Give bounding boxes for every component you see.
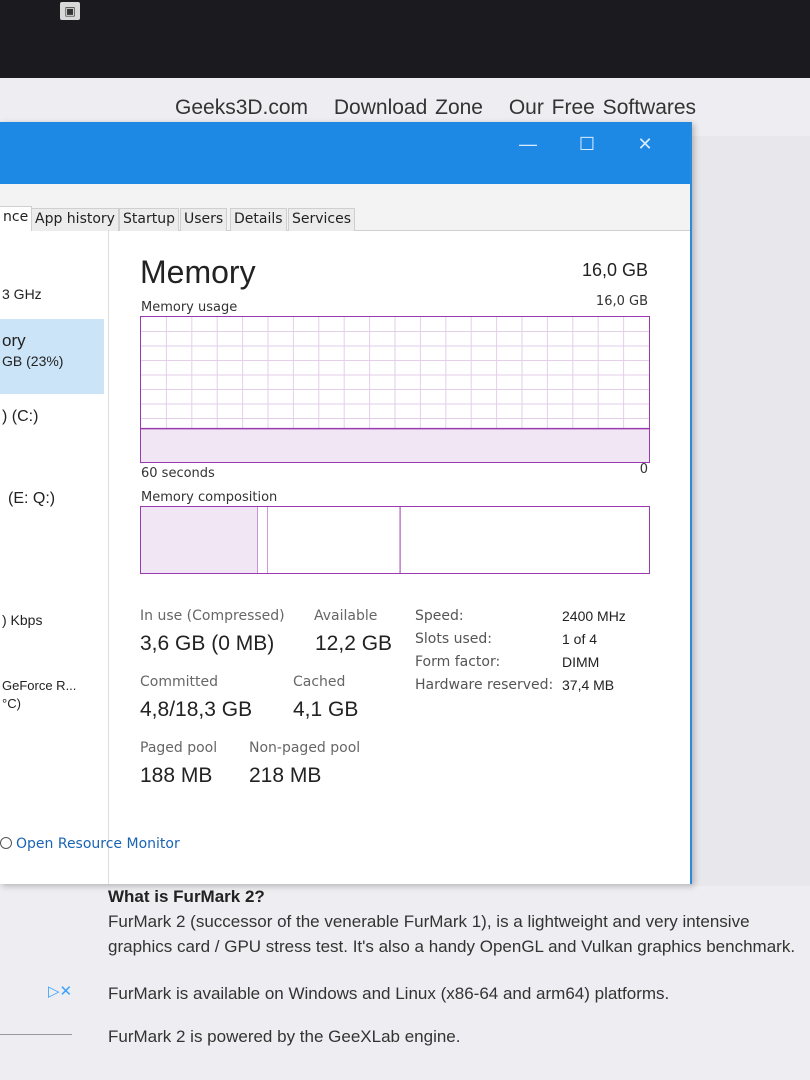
in-use-value: 3,6 GB (0 MB) [140,632,275,655]
sidebar-item-label: 3 GHz [2,286,42,302]
page-title: Memory [140,254,256,290]
sidebar-item-cpu[interactable]: 3 GHz [0,278,104,314]
slots-used-label: Slots used: [415,631,492,647]
sidebar-item-label: GeForce R... [2,678,77,693]
usage-min-label: 0 [639,462,648,477]
window-titlebar[interactable]: — ☐ ✕ [0,122,690,184]
sidebar-item-label: ) (C:) [2,408,39,425]
memory-composition-label: Memory composition [141,490,278,505]
time-axis-label: 60 seconds [141,466,215,481]
sidebar-item-disk-c[interactable]: ) (C:) [0,400,104,436]
modified-segment [257,507,268,573]
sidebar-item-label: ory [2,331,26,350]
maximize-button[interactable]: ☐ [574,132,600,156]
minimize-button[interactable]: — [515,132,541,156]
slots-used-value: 1 of 4 [562,631,598,647]
sidebar-item-gpu[interactable]: GeForce R... °C) [0,674,104,720]
close-button[interactable]: ✕ [632,132,658,156]
committed-label: Committed [140,674,218,690]
sidebar-item-label: ) Kbps [2,612,43,628]
sidebar-item-sublabel: GB (23%) [2,353,64,369]
tab-startup[interactable]: Startup [119,208,179,231]
tab-app-history[interactable]: App history [31,208,119,231]
available-value: 12,2 GB [315,632,393,655]
speed-label: Speed: [415,608,464,624]
divider [0,1034,72,1035]
nav-link-home[interactable]: Geeks3D.com [175,96,308,119]
performance-sidebar: 3 GHz ory GB (23%) ) (C:) (E: Q:) ) Kbps… [0,230,109,884]
memory-usage-max: 16,0 GB [595,294,648,309]
non-paged-pool-label: Non-paged pool [249,740,361,756]
hardware-reserved-value: 37,4 MB [562,677,615,693]
usage-area [141,428,649,462]
tab-details[interactable]: Details [230,208,287,231]
site-nav: Geeks3D.com Download Zone Our Free Softw… [175,96,714,120]
sidebar-item-disk-e[interactable]: (E: Q:) [0,482,104,518]
composition-bar-svg [141,507,401,573]
cached-value: 4,1 GB [293,698,359,721]
form-factor-label: Form factor: [415,654,501,670]
open-resource-monitor-link[interactable]: Open Resource Monitor [0,836,180,852]
memory-usage-graph [140,316,650,463]
resource-monitor-label: Open Resource Monitor [16,836,180,852]
nav-link-download-zone[interactable]: Download Zone [334,96,483,119]
paged-pool-value: 188 MB [140,764,213,787]
hardware-reserved-label: Hardware reserved: [415,677,554,693]
nav-link-free-softwares[interactable]: Our Free Softwares [509,96,696,119]
page-right-panel [690,136,810,886]
non-paged-pool-value: 218 MB [249,764,322,787]
memory-composition-bar [140,506,650,574]
form-factor-value: DIMM [562,654,600,670]
sidebar-item-sublabel: °C) [2,696,21,711]
cached-label: Cached [293,674,346,690]
paged-pool-label: Paged pool [140,740,218,756]
tab-bar: nce App history Startup Users Details Se… [0,184,690,231]
usage-graph-svg [141,317,649,462]
article-paragraph: FurMark 2 is powered by the GeeXLab engi… [108,1027,461,1046]
committed-value: 4,8/18,3 GB [140,698,253,721]
available-label: Available [314,608,378,624]
article-content: What is FurMark 2? FurMark 2 (successor … [108,884,798,1049]
tab-users[interactable]: Users [180,208,228,231]
tab-performance[interactable]: nce [0,206,33,231]
article-heading: What is FurMark 2? [108,887,265,906]
sidebar-item-network[interactable]: ) Kbps [0,608,104,644]
memory-total: 16,0 GB [581,260,648,280]
article-paragraph: FurMark 2 (successor of the venerable Fu… [108,912,796,956]
article-paragraph: FurMark is available on Windows and Linu… [108,984,670,1003]
memory-usage-label: Memory usage [141,300,238,315]
resource-monitor-icon [0,837,12,849]
tab-services[interactable]: Services [288,208,356,231]
standby-segment [268,507,401,573]
task-manager-window: — ☐ ✕ nce App history Startup Users Deta… [0,122,692,884]
system-tray-icon: ▣ [60,2,80,20]
ad-choices-icon[interactable]: ▷✕ [48,982,72,1000]
in-use-segment [141,507,258,573]
speed-value: 2400 MHz [562,608,626,624]
sidebar-item-memory[interactable]: ory GB (23%) [0,319,104,394]
sidebar-item-label: (E: Q:) [8,490,56,507]
in-use-label: In use (Compressed) [140,608,285,624]
